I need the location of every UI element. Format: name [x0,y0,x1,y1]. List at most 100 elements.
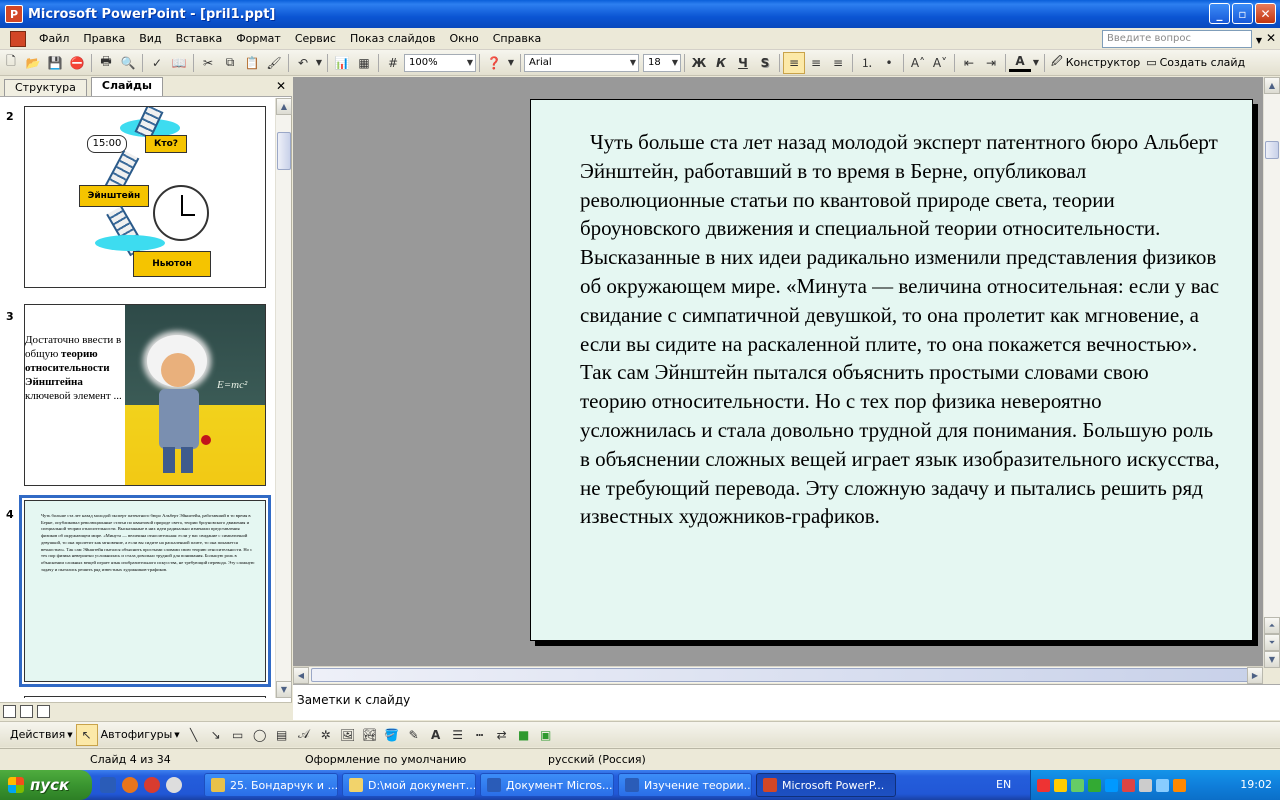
3d-style-icon[interactable]: ▣ [535,724,557,746]
slide-thumbnail-3[interactable]: Достаточно ввести в общую теорию относит… [24,304,266,486]
copy-icon[interactable]: ⧉ [219,52,241,74]
firefox-icon[interactable] [122,777,138,793]
font-color-icon[interactable]: A [425,724,447,746]
slide-body-text[interactable]: Чуть больше ста лет назад молодой экспер… [580,128,1220,531]
align-left-icon[interactable]: ≡ [783,51,805,74]
wordart-icon[interactable]: 𝒜 [293,724,315,746]
numbering-icon[interactable]: ⒈ [856,52,878,74]
menu-help[interactable]: Справка [486,28,548,50]
display-icon[interactable] [1156,778,1169,792]
increase-indent-icon[interactable]: ⇥ [980,52,1002,74]
tab-slides[interactable]: Слайды [90,77,163,96]
grid-icon[interactable]: # [382,52,404,74]
taskbar-item-2[interactable]: D:\мой документ... [342,773,476,797]
panel-close-icon[interactable]: ✕ [276,79,286,93]
maximize-button[interactable]: ▫ [1232,3,1253,24]
word-icon[interactable] [100,777,116,793]
picture-icon[interactable]: 🏞 [359,724,381,746]
actions-menu[interactable]: Действия ▼ [0,728,76,741]
arrow-style-icon[interactable]: ⇄ [491,724,513,746]
toolbar-options-icon[interactable]: ▼ [505,52,517,74]
underline-button[interactable]: Ч [732,52,754,74]
document-icon[interactable] [10,30,26,47]
bluetooth-icon[interactable] [1105,778,1118,792]
menu-view[interactable]: Вид [132,28,168,50]
cut-icon[interactable]: ✂ [197,52,219,74]
insert-table-icon[interactable]: ▦ [353,52,375,74]
open-icon[interactable]: 📂 [22,52,44,74]
font-size-combo[interactable]: 18 ▼ [643,53,681,72]
taskbar-item-5[interactable]: Microsoft PowerP... [756,773,896,797]
menu-edit[interactable]: Правка [76,28,132,50]
undo-icon[interactable]: ↶ [292,52,314,74]
scroll-up-icon[interactable]: ▲ [1264,77,1280,94]
font-combo[interactable]: Arial ▼ [524,53,639,72]
clipart-icon[interactable]: 🖼 [337,724,359,746]
decrease-indent-icon[interactable]: ⇤ [958,52,980,74]
print-icon[interactable]: 🖶 [95,52,117,74]
volume-icon[interactable] [1139,778,1152,792]
autoshapes-menu[interactable]: Автофигуры ▼ [98,728,183,741]
scroll-thumb[interactable] [277,132,291,170]
new-slide-button[interactable]: ▭ Создать слайд [1143,56,1248,69]
paste-icon[interactable]: 📋 [241,52,263,74]
scroll-down-icon[interactable]: ▼ [1264,651,1280,668]
editor-hscroll[interactable]: ◀ ▶ [293,666,1263,684]
editor-vscroll[interactable]: ▲ ⏶ ⏷ ▼ [1263,77,1280,668]
document-close-icon[interactable]: ✕ [1266,31,1276,45]
diagram-icon[interactable]: ✲ [315,724,337,746]
line-color-icon[interactable]: ✎ [403,724,425,746]
close-button[interactable]: ✕ [1255,3,1276,24]
update-icon[interactable] [1071,778,1084,792]
permission-icon[interactable]: ⛔ [66,52,88,74]
shadow-style-icon[interactable]: ■ [513,724,535,746]
line-style-icon[interactable]: ☰ [447,724,469,746]
bold-button[interactable]: Ж [688,52,710,74]
insert-chart-icon[interactable]: 📊 [331,52,353,74]
menu-slideshow[interactable]: Показ слайдов [343,28,443,50]
network-icon[interactable] [1054,778,1067,792]
start-button[interactable]: пуск [0,770,92,800]
scroll-up-icon[interactable]: ▲ [276,98,292,115]
taskbar-item-4[interactable]: Изучение теории... [618,773,752,797]
line-icon[interactable]: ╲ [183,724,205,746]
opera-icon[interactable] [144,777,160,793]
slide-thumbnail-5[interactable] [24,696,266,698]
scroll-thumb[interactable] [1265,141,1279,159]
dash-style-icon[interactable]: ┅ [469,724,491,746]
panel-scrollbar[interactable]: ▲ ▼ [275,98,292,698]
ask-dropdown-icon[interactable]: ▼ [1256,36,1262,45]
menu-tools[interactable]: Сервис [288,28,343,50]
align-center-icon[interactable]: ≡ [805,52,827,74]
save-icon[interactable]: 💾 [44,52,66,74]
bullets-icon[interactable]: • [878,52,900,74]
tab-outline[interactable]: Структура [4,79,87,96]
textbox-icon[interactable]: ▤ [271,724,293,746]
new-icon[interactable]: 🗋 [0,52,22,74]
spelling-icon[interactable]: ✓ [146,52,168,74]
shadow-button[interactable]: S [754,52,776,74]
media-player-icon[interactable] [166,777,182,793]
rectangle-icon[interactable]: ▭ [227,724,249,746]
font-color-dropdown-icon[interactable]: ▼ [1031,52,1041,74]
italic-button[interactable]: К [710,52,732,74]
scroll-right-icon[interactable]: ▶ [1247,667,1263,684]
help-icon[interactable]: ❓ [483,52,505,74]
taskbar-item-3[interactable]: Документ Micros... [480,773,614,797]
print-preview-icon[interactable]: 🔍 [117,52,139,74]
scroll-down-icon[interactable]: ▼ [276,681,292,698]
slide-thumbnail-2[interactable]: 15:00 Кто? Эйнштейн Ньютон [24,106,266,288]
align-right-icon[interactable]: ≡ [827,52,849,74]
antivirus-icon[interactable] [1037,778,1050,792]
next-slide-icon[interactable]: ⏷ [1264,634,1280,651]
slide-thumbnail-4[interactable]: Чуть больше ста лет назад молодой экспер… [24,500,266,682]
slide-sorter-icon[interactable] [20,705,33,718]
menu-format[interactable]: Формат [229,28,288,50]
decrease-font-icon[interactable]: A˅ [929,52,951,74]
flag-icon[interactable] [1122,778,1135,792]
designer-button[interactable]: 🖉 Конструктор [1048,53,1143,72]
notes-pane[interactable]: Заметки к слайду [293,684,1280,720]
undo-dropdown-icon[interactable]: ▼ [314,52,324,74]
oval-icon[interactable]: ◯ [249,724,271,746]
research-icon[interactable]: 📖 [168,52,190,74]
